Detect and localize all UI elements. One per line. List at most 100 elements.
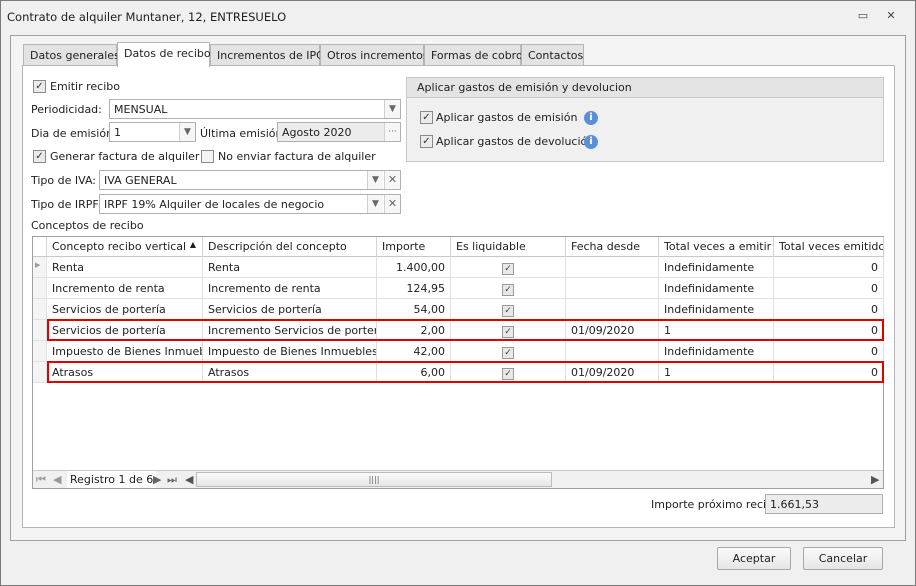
gastos-emision-checkbox[interactable]: ✓ <box>420 111 433 124</box>
cell-concepto[interactable]: Servicios de portería <box>47 299 203 320</box>
liquidable-checkbox[interactable]: ✓ <box>451 299 566 320</box>
cell-fecha-desde[interactable] <box>566 257 659 278</box>
row-indicator[interactable] <box>33 341 47 362</box>
tab-contactos[interactable]: Contactos <box>521 44 584 66</box>
periodicidad-value: MENSUAL <box>114 103 168 116</box>
row-indicator[interactable]: ▶ <box>33 257 47 278</box>
liquidable-checkbox[interactable]: ✓ <box>451 341 566 362</box>
cell-descripcion[interactable]: Renta <box>203 257 377 278</box>
cell-veces-emitido[interactable]: 0 <box>774 278 884 299</box>
chevron-down-icon[interactable]: ▼ <box>367 195 383 213</box>
tab-datos-recibo-active[interactable]: Datos de recibo <box>117 42 211 67</box>
check-icon: ✓ <box>502 263 514 275</box>
prev-record-icon[interactable]: ◀ <box>53 473 61 486</box>
dia-label: Dia de emisión: <box>31 127 117 140</box>
cell-importe[interactable]: 54,00 <box>377 299 451 320</box>
highlighted-row-outline <box>47 361 884 383</box>
tab-datos-generales[interactable]: Datos generales <box>23 44 120 66</box>
gastos-group: Aplicar gastos de emisión y devolucion ✓… <box>406 77 884 162</box>
ellipsis-button[interactable]: ··· <box>384 123 400 141</box>
scroll-right-icon[interactable]: ▶ <box>871 473 879 486</box>
cell-descripcion[interactable]: Servicios de portería <box>203 299 377 320</box>
ultima-emision-field[interactable]: Agosto 2020 <box>277 122 401 142</box>
chevron-down-icon[interactable]: ▼ <box>384 100 400 118</box>
cell-importe[interactable]: 1.400,00 <box>377 257 451 278</box>
column-header-importe[interactable]: Importe <box>377 237 451 257</box>
cell-fecha-desde[interactable] <box>566 278 659 299</box>
conceptos-label: Conceptos de recibo <box>31 219 144 232</box>
cell-descripcion[interactable]: Impuesto de Bienes Inmuebles <box>203 341 377 362</box>
liquidable-checkbox[interactable]: ✓ <box>451 278 566 299</box>
cell-veces-emitido[interactable]: 0 <box>774 299 884 320</box>
gastos-devolucion-checkbox[interactable]: ✓ <box>420 135 433 148</box>
sort-asc-icon: ▲ <box>189 240 196 249</box>
row-indicator[interactable] <box>33 320 47 341</box>
ultima-value: Agosto 2020 <box>282 126 352 139</box>
cell-importe[interactable]: 124,95 <box>377 278 451 299</box>
clear-icon[interactable]: ✕ <box>384 171 400 189</box>
cell-importe[interactable]: 42,00 <box>377 341 451 362</box>
cell-descripcion[interactable]: Incremento de renta <box>203 278 377 299</box>
importe-label: Importe próximo recibo <box>651 498 780 511</box>
cell-veces-emitir[interactable]: Indefinidamente <box>659 299 774 320</box>
iva-select[interactable]: IVA GENERAL <box>99 170 401 190</box>
importe-value: 1.661,53 <box>770 498 819 511</box>
no-enviar-checkbox[interactable] <box>201 150 214 163</box>
tab-label: Datos de recibo <box>124 47 211 60</box>
irpf-select[interactable]: IRPF 19% Alquiler de locales de negocio <box>99 194 401 214</box>
scroll-left-icon[interactable]: ◀ <box>185 473 193 486</box>
column-header-descripcion[interactable]: Descripción del concepto <box>203 237 377 257</box>
conceptos-grid[interactable]: Concepto recibo vertical ▲ Descripción del… <box>32 236 884 489</box>
cell-fecha-desde[interactable] <box>566 299 659 320</box>
restore-icon[interactable]: ▭ <box>856 9 870 23</box>
cell-veces-emitir[interactable]: Indefinidamente <box>659 278 774 299</box>
clear-icon[interactable]: ✕ <box>384 195 400 213</box>
tab-incrementos-ipc[interactable]: Incrementos de IPC <box>210 44 324 66</box>
gastos-devolucion-label: Aplicar gastos de devolución <box>436 135 595 148</box>
chevron-down-icon[interactable]: ▼ <box>367 171 383 189</box>
no-enviar-label: No enviar factura de alquiler <box>218 150 376 163</box>
close-icon[interactable]: ✕ <box>884 9 898 23</box>
check-icon: ✓ <box>502 347 514 359</box>
column-header-veces-emitido[interactable]: Total veces emitido <box>774 237 884 257</box>
next-record-icon[interactable]: ▶ <box>153 473 161 486</box>
cancel-button[interactable]: Cancelar <box>803 547 883 570</box>
gastos-title: Aplicar gastos de emisión y devolucion <box>407 78 883 98</box>
column-header-liquidable[interactable]: Es liquidable <box>451 237 566 257</box>
info-icon[interactable]: i <box>584 111 598 125</box>
iva-value: IVA GENERAL <box>104 174 177 187</box>
check-icon: ✓ <box>502 305 514 317</box>
cell-veces-emitir[interactable]: Indefinidamente <box>659 341 774 362</box>
irpf-label: Tipo de IRPF: <box>31 198 102 211</box>
cell-concepto[interactable]: Impuesto de Bienes Inmuebles <box>47 341 203 362</box>
cell-concepto[interactable]: Incremento de renta <box>47 278 203 299</box>
emitir-recibo-checkbox[interactable]: ✓ <box>33 80 46 93</box>
column-header-veces-emitir[interactable]: Total veces a emitir <box>659 237 774 257</box>
cell-veces-emitir[interactable]: Indefinidamente <box>659 257 774 278</box>
row-indicator[interactable] <box>33 299 47 320</box>
generar-factura-checkbox[interactable]: ✓ <box>33 150 46 163</box>
first-record-icon[interactable]: ⏮ <box>36 473 46 487</box>
info-icon[interactable]: i <box>584 135 598 149</box>
periodicidad-label: Periodicidad: <box>31 103 102 116</box>
cell-fecha-desde[interactable] <box>566 341 659 362</box>
cell-veces-emitido[interactable]: 0 <box>774 257 884 278</box>
row-indicator[interactable] <box>33 362 47 383</box>
cell-veces-emitido[interactable]: 0 <box>774 341 884 362</box>
irpf-value: IRPF 19% Alquiler de locales de negocio <box>104 198 325 211</box>
last-record-icon[interactable]: ⏭ <box>167 473 177 487</box>
chevron-down-icon[interactable]: ▼ <box>179 123 195 141</box>
periodicidad-select[interactable]: MENSUAL <box>109 99 401 119</box>
liquidable-checkbox[interactable]: ✓ <box>451 257 566 278</box>
row-indicator[interactable] <box>33 278 47 299</box>
check-icon: ✓ <box>502 284 514 296</box>
column-header-fecha-desde[interactable]: Fecha desde <box>566 237 659 257</box>
horizontal-scrollbar-thumb[interactable]: |||| <box>196 472 552 487</box>
tab-otros-incrementos[interactable]: Otros incrementos <box>320 44 429 66</box>
column-header-concepto[interactable]: Concepto recibo vertical ▲ <box>47 237 203 257</box>
indicator-header <box>33 237 47 257</box>
tab-formas-cobro[interactable]: Formas de cobro <box>424 44 523 66</box>
accept-button[interactable]: Aceptar <box>717 547 791 570</box>
importe-field: 1.661,53 <box>765 494 883 514</box>
cell-concepto[interactable]: Renta <box>47 257 203 278</box>
